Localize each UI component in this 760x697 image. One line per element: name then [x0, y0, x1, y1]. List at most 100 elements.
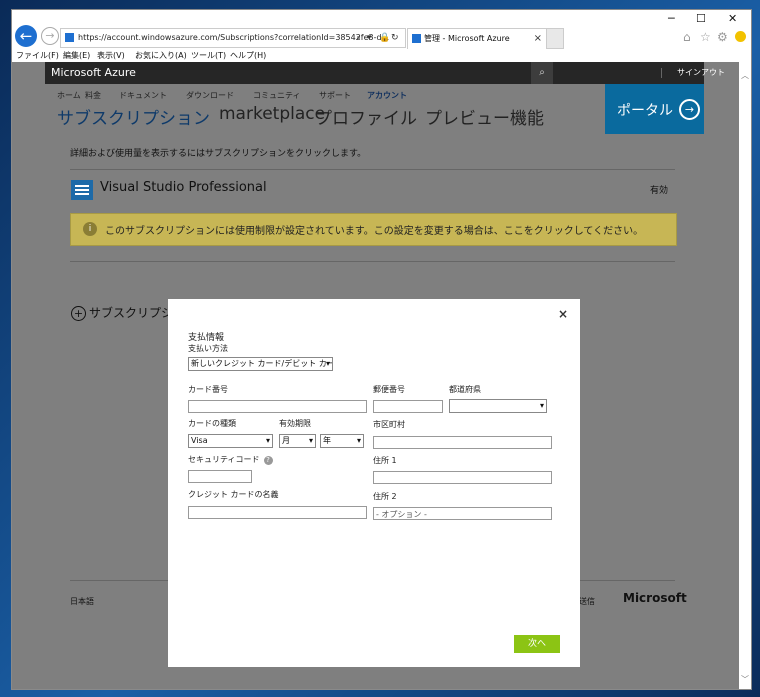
- close-window-button[interactable]: ✕: [728, 12, 737, 25]
- nav-account[interactable]: アカウント: [367, 90, 407, 101]
- address-bar[interactable]: https://account.windowsazure.com/Subscri…: [60, 28, 406, 48]
- tab-marketplace[interactable]: marketplace: [219, 104, 325, 124]
- windows-logo-icon: [65, 33, 74, 42]
- subscription-icon: [71, 180, 93, 200]
- expiry-label: 有効期限: [279, 419, 311, 428]
- favorites-star-icon[interactable]: ☆: [700, 30, 711, 44]
- arrow-right-icon: →: [679, 99, 700, 120]
- address2-input[interactable]: - オプション -: [373, 507, 552, 520]
- payment-dialog: × 支払情報 支払い方法 新しいクレジット カード/デビット カード ▾ カード番…: [168, 299, 580, 667]
- zip-input[interactable]: [373, 400, 443, 413]
- cvv-input[interactable]: [188, 470, 252, 483]
- nav-home[interactable]: ホーム: [57, 90, 81, 101]
- page-viewport: Microsoft Azure ⌕ サインアウト ホーム 料金 ドキュメント ダ…: [12, 62, 739, 689]
- header-divider: [661, 68, 662, 78]
- portal-button[interactable]: ポータル →: [605, 84, 704, 134]
- cvv-label: セキュリティコード?: [188, 454, 273, 465]
- card-type-select[interactable]: Visa ▾: [188, 434, 273, 448]
- prefecture-label: 都道府県: [449, 385, 481, 394]
- spending-limit-banner[interactable]: i このサブスクリプションには使用制限が設定されています。この設定を変更する場合…: [70, 213, 677, 246]
- windows-logo-icon: [412, 34, 421, 43]
- dropdown-icon[interactable]: ▾: [367, 29, 372, 47]
- add-subscription-link[interactable]: + サブスクリプシ: [71, 304, 173, 321]
- nav-community[interactable]: コミュニティ: [253, 90, 301, 101]
- menu-favorites[interactable]: お気に入り(A): [135, 50, 187, 61]
- tab-subscriptions[interactable]: サブスクリプション: [57, 104, 210, 129]
- new-tab-button[interactable]: [546, 28, 564, 49]
- subscription-name[interactable]: Visual Studio Professional: [100, 180, 267, 195]
- expiry-month-select[interactable]: 月 ▾: [279, 434, 316, 448]
- scroll-down-icon[interactable]: ﹀: [741, 674, 749, 685]
- close-tab-icon[interactable]: ×: [534, 29, 542, 49]
- address1-input[interactable]: [373, 471, 552, 484]
- refresh-icon[interactable]: ↻: [391, 29, 399, 47]
- chevron-down-icon: ▾: [308, 436, 313, 445]
- next-button[interactable]: 次へ: [514, 635, 560, 653]
- menu-bar: ファイル(F) 編集(E) 表示(V) お気に入り(A) ツール(T) ヘルプ(…: [12, 49, 751, 62]
- menu-help[interactable]: ヘルプ(H): [230, 50, 266, 61]
- expiry-year-select[interactable]: 年 ▾: [320, 434, 364, 448]
- search-icon[interactable]: ⌕: [531, 62, 553, 84]
- forward-button[interactable]: →: [41, 27, 59, 45]
- minimize-button[interactable]: ─: [668, 12, 675, 25]
- url-text: https://account.windowsazure.com/Subscri…: [78, 33, 390, 42]
- vertical-scrollbar[interactable]: ︿ ﹀: [739, 62, 751, 689]
- address2-label: 住所 2: [373, 492, 397, 501]
- close-dialog-icon[interactable]: ×: [558, 307, 568, 321]
- payment-method-select[interactable]: 新しいクレジット カード/デビット カード ▾: [188, 357, 333, 371]
- azure-header: Microsoft Azure ⌕ サインアウト: [45, 62, 725, 84]
- portal-label: ポータル: [617, 103, 673, 119]
- zip-label: 郵便番号: [373, 385, 405, 394]
- warning-text: このサブスクリプションには使用制限が設定されています。この設定を変更する場合は、…: [105, 226, 644, 237]
- info-icon: i: [83, 222, 97, 236]
- divider: [70, 261, 675, 262]
- city-input[interactable]: [373, 436, 552, 449]
- chevron-down-icon: ▾: [356, 436, 361, 445]
- search-icon[interactable]: ⌕: [356, 29, 361, 47]
- nav-support[interactable]: サポート: [319, 90, 351, 101]
- cardholder-name-label: クレジット カードの名義: [188, 490, 279, 499]
- subscription-status: 有効: [650, 186, 669, 196]
- menu-tools[interactable]: ツール(T): [191, 50, 226, 61]
- menu-file[interactable]: ファイル(F): [16, 50, 59, 61]
- add-subscription-label: サブスクリプシ: [89, 306, 174, 320]
- scroll-up-icon[interactable]: ︿: [741, 70, 749, 81]
- nav-docs[interactable]: ドキュメント: [119, 90, 167, 101]
- home-icon[interactable]: ⌂: [683, 30, 691, 44]
- tab-title: 管理 - Microsoft Azure: [424, 34, 510, 43]
- feedback-smiley-icon[interactable]: [735, 31, 746, 42]
- browser-tab[interactable]: 管理 - Microsoft Azure ×: [407, 28, 547, 49]
- language-link[interactable]: 日本語: [70, 596, 94, 607]
- method-label: 支払い方法: [188, 344, 228, 353]
- address1-label: 住所 1: [373, 456, 397, 465]
- back-button[interactable]: ←: [15, 25, 37, 47]
- signout-link[interactable]: サインアウト: [677, 67, 725, 78]
- chevron-down-icon: ▾: [539, 401, 544, 410]
- card-number-input[interactable]: [188, 400, 367, 413]
- section-title: 支払情報: [188, 333, 225, 343]
- nav-downloads[interactable]: ダウンロード: [186, 90, 234, 101]
- help-icon[interactable]: ?: [263, 456, 273, 465]
- azure-brand[interactable]: Microsoft Azure: [51, 66, 136, 79]
- title-bar: ← → https://account.windowsazure.com/Sub…: [12, 10, 751, 49]
- card-type-label: カードの種類: [188, 419, 236, 428]
- microsoft-logo: Microsoft: [623, 591, 687, 605]
- city-label: 市区町村: [373, 420, 405, 429]
- nav-pricing[interactable]: 料金: [85, 90, 101, 101]
- chevron-down-icon: ▾: [265, 436, 270, 445]
- chevron-down-icon: ▾: [325, 359, 330, 368]
- tab-preview[interactable]: プレビュー機能: [425, 104, 544, 129]
- card-number-label: カード番号: [188, 385, 228, 394]
- cardholder-name-input[interactable]: [188, 506, 367, 519]
- divider: [70, 169, 675, 170]
- maximize-button[interactable]: ☐: [696, 12, 706, 25]
- menu-edit[interactable]: 編集(E): [63, 50, 90, 61]
- hint-text: 詳細および使用量を表示するにはサブスクリプションをクリックします。: [70, 149, 367, 159]
- prefecture-select[interactable]: ▾: [449, 399, 547, 413]
- plus-icon: +: [71, 306, 86, 321]
- settings-gear-icon[interactable]: ⚙: [717, 30, 728, 44]
- menu-view[interactable]: 表示(V): [97, 50, 125, 61]
- tab-profile[interactable]: プロファイル: [315, 104, 417, 129]
- browser-window: ← → https://account.windowsazure.com/Sub…: [11, 9, 752, 690]
- lock-icon: 🔒: [379, 33, 391, 43]
